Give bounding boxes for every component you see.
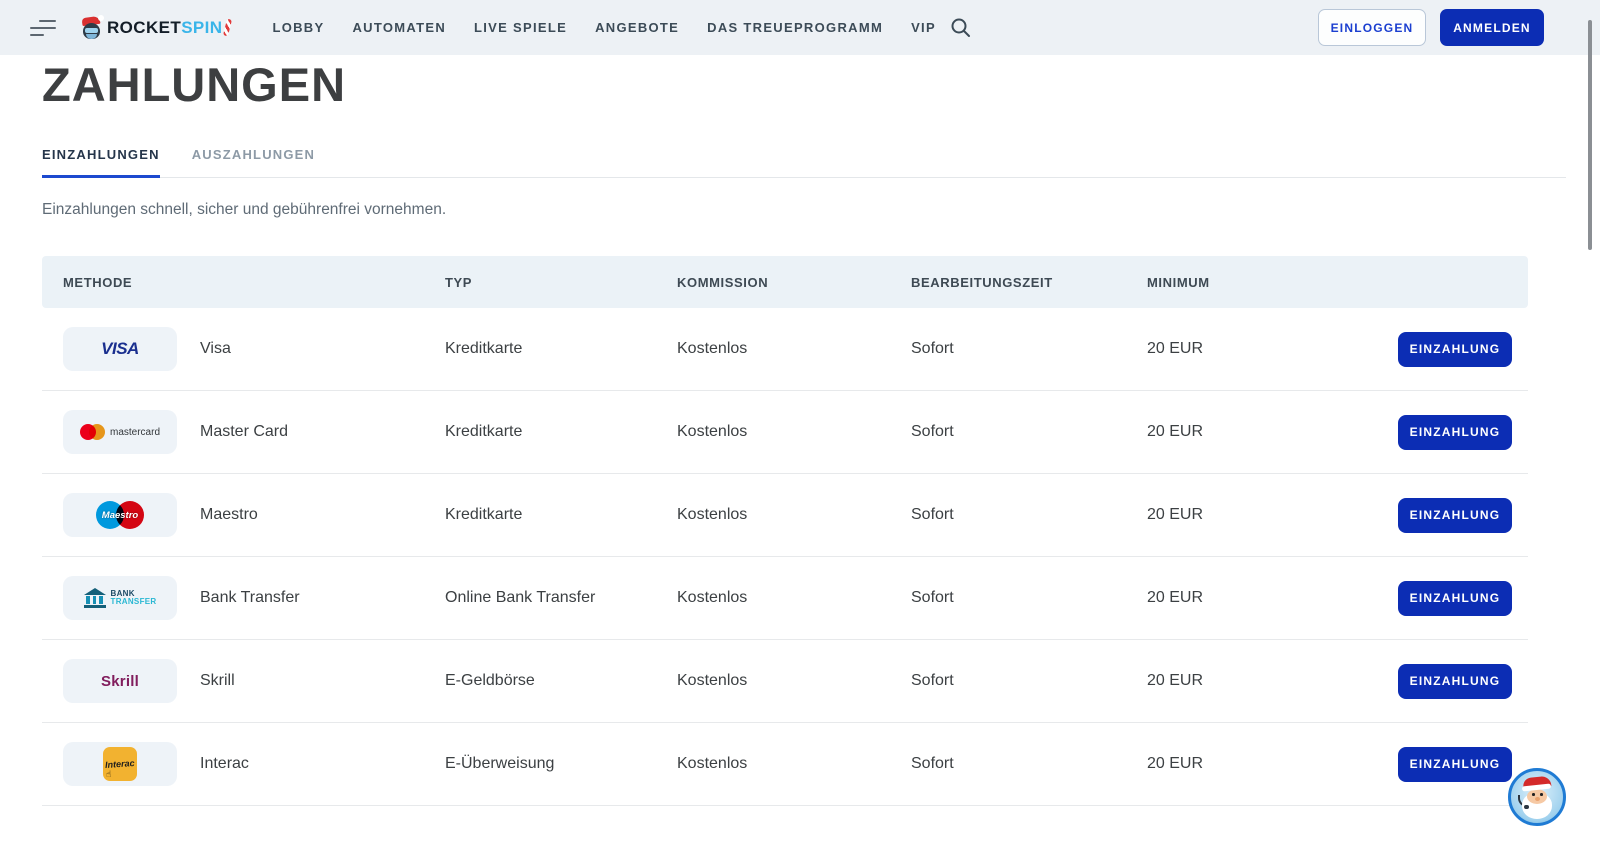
deposit-button[interactable]: EINZAHLUNG [1398,747,1512,782]
nav-item-angebote[interactable]: ANGEBOTE [595,20,679,35]
nav-item-treueprogramm[interactable]: DAS TREUEPROGRAMM [707,20,883,35]
method-commission: Kostenlos [677,672,911,690]
column-header: KOMMISSION [677,275,911,290]
vertical-scrollbar-thumb[interactable] [1588,20,1592,250]
bank-transfer-method-icon: BANKTRANSFER [63,576,177,620]
visa-method-icon: VISA [63,327,177,371]
method-commission: Kostenlos [677,340,911,358]
top-navigation-bar: ROCKETSPIN LOBBY AUTOMATEN LIVE SPIELE ANGE… [0,0,1600,55]
method-name: Interac [200,755,445,773]
method-minimum: 20 EUR [1147,672,1398,690]
page-title: ZAHLUNGEN [42,60,1566,110]
method-minimum: 20 EUR [1147,755,1398,773]
nav-item-live-spiele[interactable]: LIVE SPIELE [474,20,567,35]
deposit-button[interactable]: EINZAHLUNG [1398,332,1512,367]
rocketspin-logo[interactable]: ROCKETSPIN [82,15,230,41]
skrill-method-icon: Skrill [63,659,177,703]
method-commission: Kostenlos [677,755,911,773]
deposit-button[interactable]: EINZAHLUNG [1398,498,1512,533]
method-name: Bank Transfer [200,589,445,607]
nav-item-lobby[interactable]: LOBBY [272,20,324,35]
method-processing-time: Sofort [911,589,1147,607]
payments-table-body: VISA Visa Kreditkarte Kostenlos Sofort 2… [42,308,1528,806]
payments-tabs: EINZAHLUNGEN AUSZAHLUNGEN [42,147,1566,178]
table-row: mastercard Master Card Kreditkarte Koste… [42,391,1528,474]
table-row: BANKTRANSFER Bank Transfer Online Bank T… [42,557,1528,640]
column-header: TYP [445,275,677,290]
login-button[interactable]: EINLOGGEN [1318,9,1426,46]
method-type: E-Geldbörse [445,672,677,690]
method-name: Maestro [200,506,445,524]
nav-item-automaten[interactable]: AUTOMATEN [352,20,446,35]
account-actions: EINLOGGEN ANMELDEN [1318,9,1570,46]
skrill-logo: Skrill [101,673,139,690]
visa-logo: VISA [101,339,139,359]
tab-einzahlungen[interactable]: EINZAHLUNGEN [42,147,160,178]
method-commission: Kostenlos [677,506,911,524]
table-row: Skrill Skrill E-Geldbörse Kostenlos Sofo… [42,640,1528,723]
method-processing-time: Sofort [911,506,1147,524]
interac-method-icon: Interac☝ [63,742,177,786]
table-row: Interac☝ Interac E-Überweisung Kostenlos… [42,723,1528,806]
table-row: VISA Visa Kreditkarte Kostenlos Sofort 2… [42,308,1528,391]
support-chat-santa-avatar[interactable] [1508,768,1566,826]
maestro-method-icon: Maestro [63,493,177,537]
method-processing-time: Sofort [911,423,1147,441]
method-type: E-Überweisung [445,755,677,773]
method-processing-time: Sofort [911,755,1147,773]
maestro-logo: Maestro [96,501,144,529]
method-commission: Kostenlos [677,589,911,607]
column-header: BEARBEITUNGSZEIT [911,275,1147,290]
mascot-santa-icon [82,15,102,41]
column-header: MINIMUM [1147,275,1528,290]
method-minimum: 20 EUR [1147,589,1398,607]
bank-transfer-logo: BANKTRANSFER [84,588,157,608]
search-icon[interactable] [950,17,971,38]
method-type: Kreditkarte [445,340,677,358]
method-processing-time: Sofort [911,672,1147,690]
method-name: Master Card [200,423,445,441]
santa-icon [1511,771,1563,823]
deposit-button[interactable]: EINZAHLUNG [1398,664,1512,699]
payments-page: ZAHLUNGEN EINZAHLUNGEN AUSZAHLUNGEN Einza… [0,55,1600,806]
table-header-row: METHODETYPKOMMISSIONBEARBEITUNGSZEITMINI… [42,256,1528,308]
mastercard-logo: mastercard [80,424,160,440]
signup-button[interactable]: ANMELDEN [1440,9,1544,46]
method-commission: Kostenlos [677,423,911,441]
method-name: Skrill [200,672,445,690]
deposit-button[interactable]: EINZAHLUNG [1398,581,1512,616]
logo-text: ROCKETSPIN [107,18,222,38]
table-row: Maestro Maestro Kreditkarte Kostenlos So… [42,474,1528,557]
page-subtitle: Einzahlungen schnell, sicher und gebühre… [42,201,1566,219]
method-type: Online Bank Transfer [445,589,677,607]
tab-auszahlungen[interactable]: AUSZAHLUNGEN [192,147,315,178]
method-minimum: 20 EUR [1147,423,1398,441]
method-type: Kreditkarte [445,423,677,441]
candy-cane-icon [223,19,232,37]
method-minimum: 20 EUR [1147,506,1398,524]
nav-menu: LOBBY AUTOMATEN LIVE SPIELE ANGEBOTE DAS TRE… [272,20,935,35]
menu-hamburger-icon[interactable] [30,20,56,36]
deposit-button[interactable]: EINZAHLUNG [1398,415,1512,450]
nav-item-vip[interactable]: VIP [911,20,936,35]
interac-logo: Interac☝ [103,747,137,781]
method-processing-time: Sofort [911,340,1147,358]
method-name: Visa [200,340,445,358]
bank-building-icon [84,588,106,608]
payment-methods-table: METHODETYPKOMMISSIONBEARBEITUNGSZEITMINI… [42,256,1528,806]
method-minimum: 20 EUR [1147,340,1398,358]
column-header: METHODE [63,275,445,290]
mastercard-method-icon: mastercard [63,410,177,454]
method-type: Kreditkarte [445,506,677,524]
